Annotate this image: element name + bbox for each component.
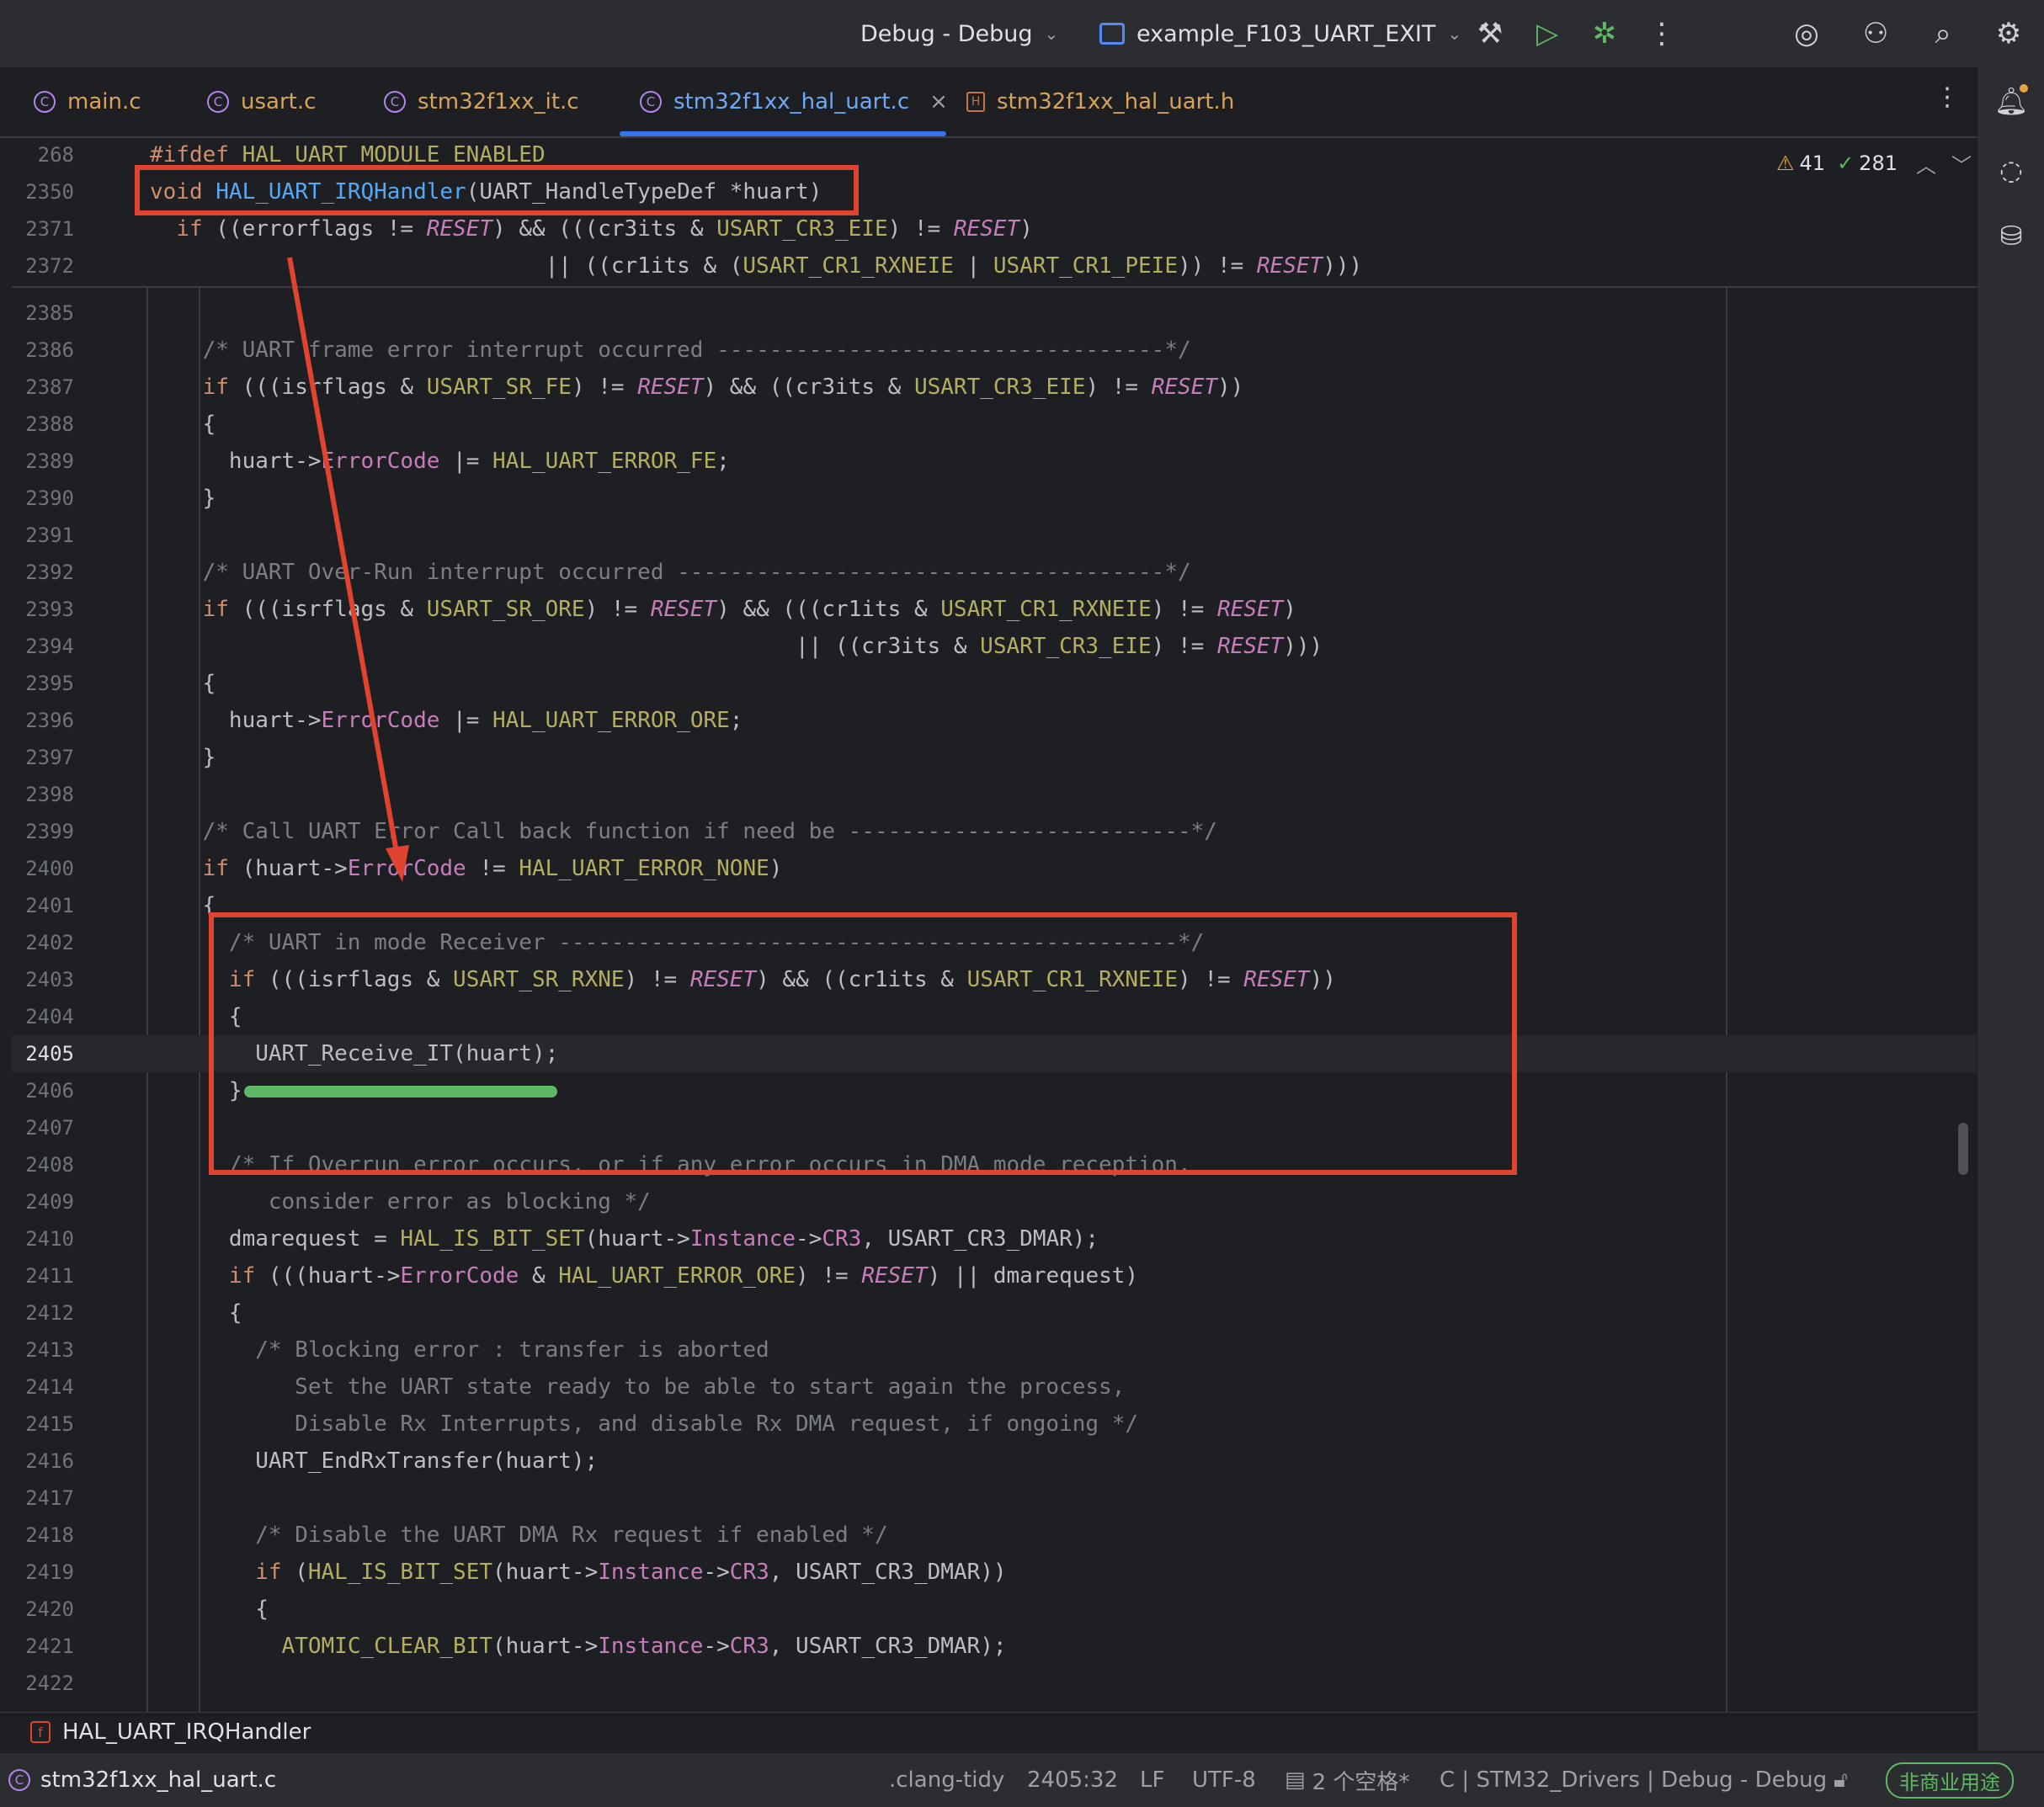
annotation-arrow	[287, 257, 409, 882]
